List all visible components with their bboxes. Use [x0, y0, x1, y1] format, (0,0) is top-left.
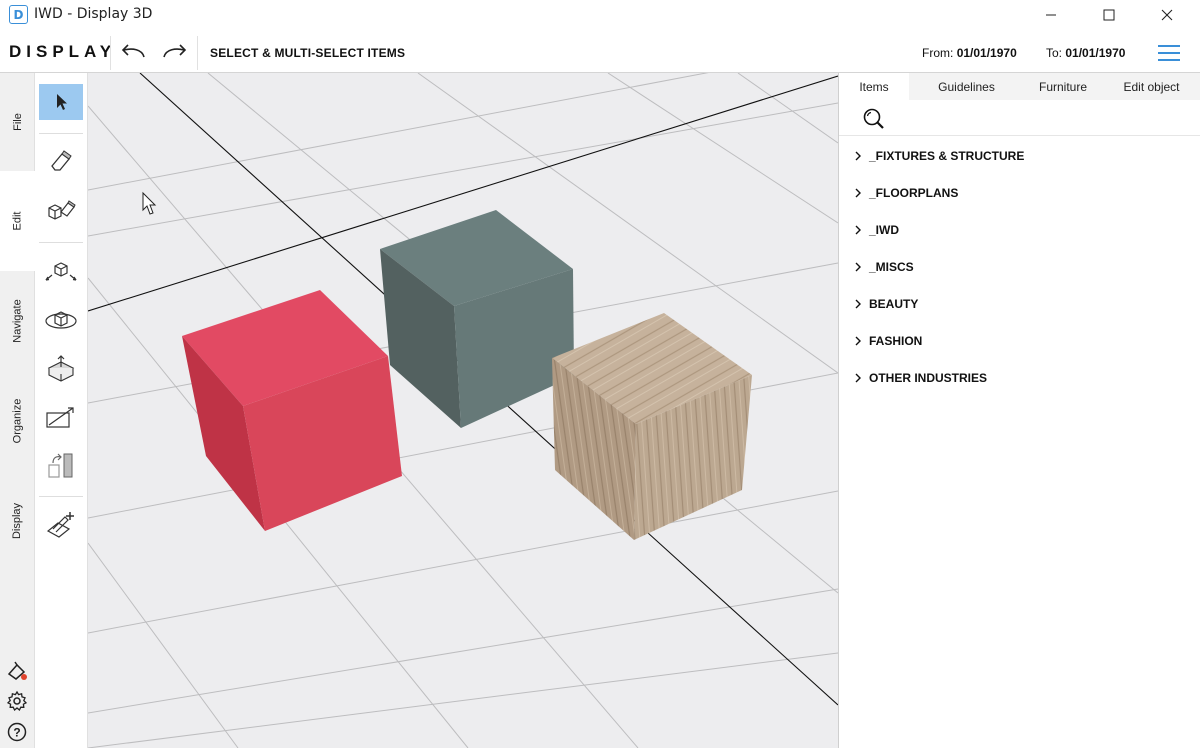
window-title: IWD - Display 3D: [34, 6, 153, 22]
from-date[interactable]: From: 01/01/1970: [922, 46, 1017, 60]
close-icon: [1161, 9, 1173, 21]
side-tab-file[interactable]: File: [0, 73, 35, 171]
3d-viewport[interactable]: [88, 73, 838, 748]
tab-items[interactable]: Items: [839, 73, 909, 100]
align-rotate-icon: [48, 453, 73, 478]
maximize-icon: [1103, 9, 1115, 21]
category-miscs[interactable]: _MISCS: [853, 257, 914, 277]
eraser-tool[interactable]: [39, 143, 83, 179]
lift-cube-icon: [47, 355, 75, 382]
paint-bucket-icon: [7, 661, 27, 680]
redo-button[interactable]: [160, 40, 190, 64]
side-tab-organize[interactable]: Organize: [0, 371, 35, 471]
side-tabs: File Edit Navigate Organize Display ?: [0, 73, 35, 748]
orbit-cube-icon: [45, 311, 77, 329]
category-floorplans[interactable]: _FLOORPLANS: [853, 183, 958, 203]
resize-frame-icon: [46, 407, 74, 428]
items-panel: Items Guidelines Furniture Edit object _…: [838, 73, 1200, 748]
select-tool[interactable]: [39, 84, 83, 120]
help-icon: ?: [7, 722, 27, 742]
settings-button[interactable]: [6, 690, 28, 712]
title-bar: D IWD - Display 3D: [0, 0, 1200, 30]
chevron-right-icon: [853, 297, 869, 311]
toolbar-divider: [197, 36, 198, 70]
lift-tool[interactable]: [39, 351, 83, 387]
close-button[interactable]: [1144, 0, 1190, 30]
align-tool[interactable]: [39, 447, 83, 483]
chevron-right-icon: [853, 371, 869, 385]
tool-column: [35, 73, 88, 748]
category-beauty[interactable]: BEAUTY: [853, 294, 918, 314]
pan-cube-icon: [45, 262, 77, 281]
chevron-right-icon: [853, 186, 869, 200]
from-label: From:: [922, 46, 954, 60]
undo-button[interactable]: [118, 40, 148, 64]
from-value: 01/01/1970: [956, 46, 1017, 60]
to-date[interactable]: To: 01/01/1970: [1046, 46, 1125, 60]
gray-cube[interactable]: [380, 210, 574, 428]
pan-tool[interactable]: [39, 253, 83, 289]
hamburger-icon: [1158, 45, 1180, 47]
side-tab-navigate[interactable]: Navigate: [0, 271, 35, 371]
category-fashion[interactable]: FASHION: [853, 331, 922, 351]
category-iwd[interactable]: _IWD: [853, 220, 899, 240]
mode-label: SELECT & MULTI-SELECT ITEMS: [210, 46, 406, 60]
paint-bucket-button[interactable]: [6, 660, 28, 682]
to-label: To:: [1046, 46, 1063, 60]
side-tab-edit[interactable]: Edit: [0, 171, 35, 271]
category-other-industries[interactable]: OTHER INDUSTRIES: [853, 368, 987, 388]
toolbar: DISPLAY SELECT & MULTI-SELECT ITEMS From…: [0, 30, 1200, 73]
minimize-button[interactable]: [1028, 0, 1074, 30]
search-icon: [863, 108, 884, 129]
help-button[interactable]: ?: [6, 721, 28, 743]
wood-cube[interactable]: [552, 313, 752, 540]
add-measure-icon: [46, 512, 74, 538]
tab-edit-object[interactable]: Edit object: [1102, 73, 1200, 100]
category-fixtures-structure[interactable]: _FIXTURES & STRUCTURE: [853, 146, 1024, 166]
svg-text:?: ?: [13, 726, 20, 740]
redo-icon: [163, 44, 187, 58]
undo-icon: [121, 44, 145, 58]
tab-guidelines[interactable]: Guidelines: [909, 73, 1024, 100]
eraser-icon: [51, 150, 72, 171]
panel-tabs: Items Guidelines Furniture Edit object: [839, 73, 1200, 100]
mouse-cursor-icon: [142, 191, 157, 215]
gear-icon: [6, 690, 28, 712]
chevron-right-icon: [853, 334, 869, 348]
side-tab-display[interactable]: Display: [0, 471, 35, 571]
maximize-button[interactable]: [1086, 0, 1132, 30]
chevron-right-icon: [853, 223, 869, 237]
toolbar-divider: [110, 36, 111, 70]
orbit-tool[interactable]: [39, 303, 83, 339]
red-cube[interactable]: [182, 290, 402, 531]
minimize-icon: [1046, 14, 1056, 16]
chevron-right-icon: [853, 149, 869, 163]
scene-canvas[interactable]: [88, 73, 838, 748]
add-measure-tool[interactable]: [39, 507, 83, 543]
chevron-right-icon: [853, 260, 869, 274]
multi-erase-icon: [48, 200, 76, 220]
resize-tool[interactable]: [39, 399, 83, 435]
search-button[interactable]: [861, 106, 887, 132]
tab-furniture[interactable]: Furniture: [1024, 73, 1102, 100]
select-arrow-icon: [57, 94, 67, 110]
display-logo: DISPLAY: [9, 42, 117, 61]
multi-erase-tool[interactable]: [39, 193, 83, 229]
menu-button[interactable]: [1158, 45, 1180, 61]
to-value: 01/01/1970: [1065, 46, 1126, 60]
app-icon: D: [9, 5, 28, 24]
